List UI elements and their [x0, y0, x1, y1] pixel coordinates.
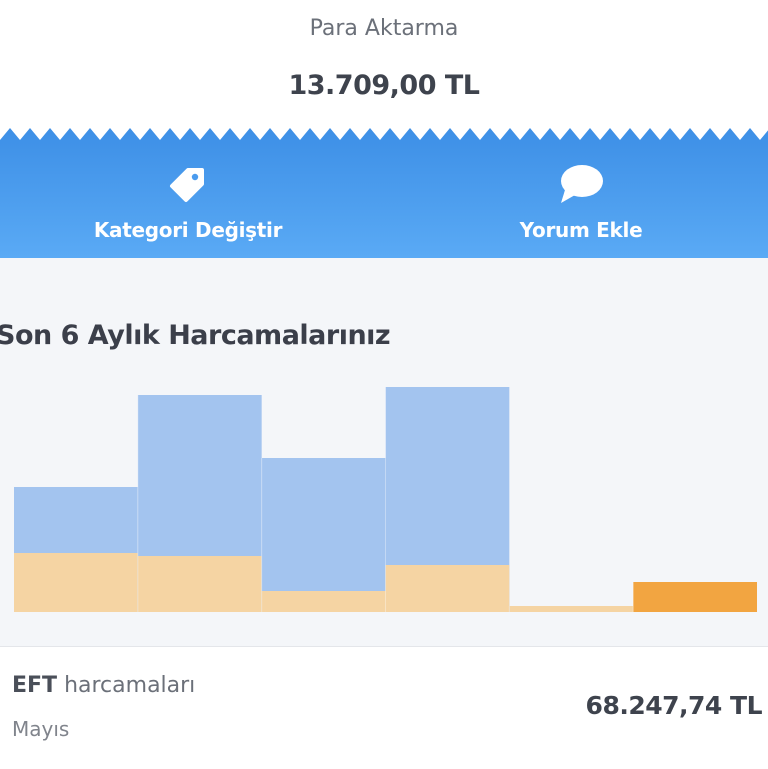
- spending-category-suffix: harcamaları: [57, 673, 196, 698]
- spending-category-name: EFT: [12, 673, 58, 698]
- spending-month: Mayıs: [12, 717, 70, 741]
- transaction-type: Para Aktarma: [309, 16, 459, 41]
- bar-eft-5[interactable]: [509, 606, 634, 612]
- bar-eft-2[interactable]: [137, 556, 262, 612]
- transaction-amount: 13.709,00 TL: [288, 70, 480, 101]
- tag-icon: [170, 168, 204, 202]
- change-category-button[interactable]: Kategori Değiştir: [58, 162, 318, 242]
- spending-bar-chart: [14, 387, 757, 612]
- speech-bubble-icon: [561, 165, 603, 203]
- bar-eft-3[interactable]: [261, 591, 386, 612]
- bar-eft-4[interactable]: [385, 565, 510, 612]
- spending-amount: 68.247,74 TL: [585, 691, 763, 720]
- bar-total-3[interactable]: [261, 458, 386, 612]
- add-comment-label: Yorum Ekle: [519, 218, 643, 242]
- spending-category-label: EFT harcamaları: [12, 673, 195, 698]
- action-band: Kategori Değiştir Yorum Ekle: [0, 128, 768, 258]
- bar-eft-1[interactable]: [14, 553, 138, 612]
- eft-summary-row[interactable]: EFT harcamaları Mayıs 68.247,74 TL: [0, 646, 768, 769]
- bar-eft-6[interactable]: [633, 582, 757, 612]
- transaction-header: Para Aktarma 13.709,00 TL: [0, 0, 768, 140]
- spending-chart-panel: Son 6 Aylık Harcamalarınız: [0, 258, 768, 646]
- add-comment-button[interactable]: Yorum Ekle: [451, 162, 711, 242]
- change-category-label: Kategori Değiştir: [93, 218, 283, 242]
